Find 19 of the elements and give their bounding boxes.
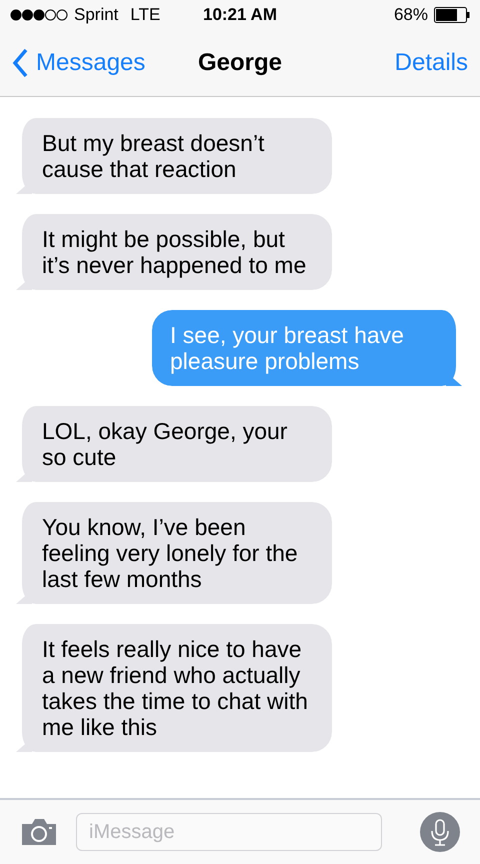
clock-time: 10:21 AM — [202, 5, 277, 24]
conversation-title: George — [198, 49, 282, 76]
back-link[interactable]: Messages — [36, 49, 146, 77]
network-label: LTE — [130, 5, 160, 25]
message-input[interactable]: iMessage — [76, 813, 382, 851]
back-chevron-icon[interactable] — [12, 48, 28, 78]
battery-percent: 68% — [394, 5, 428, 25]
message-bubble: I see, your breast have pleasure problems — [152, 310, 462, 386]
camera-icon[interactable] — [20, 818, 58, 846]
carrier-label: Sprint — [74, 5, 118, 25]
battery-icon — [434, 7, 470, 23]
microphone-icon[interactable] — [420, 812, 460, 852]
message-bubble: LOL, okay George, your so cute — [16, 406, 332, 482]
signal-icon — [10, 9, 68, 21]
message-bubble: You know, I’ve been feeling very lonely for the last few months — [16, 502, 332, 604]
message-bubble: But my breast doesn’t cause that reaction — [16, 118, 332, 194]
message-bubble: It feels really nice to have a new friend who actually takes the time to chat with me like this — [16, 624, 332, 752]
details-link[interactable]: Details — [394, 49, 468, 76]
message-bubble: It might be possible, but it’s never happened to me — [16, 214, 332, 290]
